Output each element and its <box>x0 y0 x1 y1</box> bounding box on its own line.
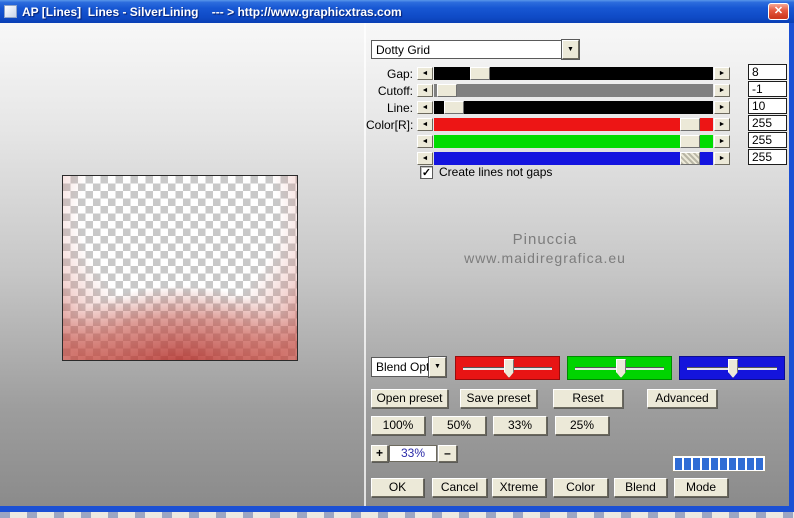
zoom-out-button[interactable]: – <box>438 445 457 462</box>
zoom-100-button[interactable]: 100% <box>371 416 425 435</box>
zoom-33-button[interactable]: 33% <box>493 416 547 435</box>
blend-slider-red[interactable] <box>455 356 560 380</box>
arrow-right-icon[interactable]: ► <box>714 101 730 114</box>
preset-dropdown[interactable]: Dotty Grid ▼ <box>371 39 580 60</box>
preview-effect-overlay <box>63 176 297 360</box>
color-button[interactable]: Color <box>553 478 608 497</box>
progress-segment <box>720 457 727 470</box>
slider-track[interactable] <box>434 135 713 148</box>
slider-label: Gap: <box>386 66 413 81</box>
app-icon <box>4 5 17 18</box>
slider-label: Cutoff: <box>377 83 413 98</box>
chevron-down-icon[interactable]: ▼ <box>428 356 447 378</box>
progress-segment <box>693 457 700 470</box>
reset-button[interactable]: Reset <box>553 389 623 408</box>
progress-segment <box>729 457 736 470</box>
slider-thumb[interactable] <box>680 135 701 148</box>
create-lines-checkbox-row: ✓ Create lines not gaps <box>420 165 552 179</box>
zoom-level-value: 33% <box>389 445 437 462</box>
arrow-right-icon[interactable]: ► <box>714 135 730 148</box>
save-preset-button[interactable]: Save preset <box>460 389 537 408</box>
arrow-left-icon[interactable]: ◄ <box>417 101 433 114</box>
zoom-25-button[interactable]: 25% <box>555 416 609 435</box>
slider-row-color-r: Color[R]: ◄ ► <box>366 117 730 132</box>
background-toolbar-strip <box>0 512 794 518</box>
slider-track[interactable] <box>434 118 713 131</box>
progress-bar <box>672 455 766 472</box>
arrow-left-icon[interactable]: ◄ <box>417 67 433 80</box>
checkbox[interactable]: ✓ <box>420 165 433 179</box>
zoom-in-button[interactable]: + <box>371 445 388 462</box>
blue-value-field[interactable]: 255 <box>748 149 787 165</box>
slider-track[interactable] <box>434 67 713 80</box>
slider-thumb[interactable] <box>680 118 701 131</box>
blend-options-dropdown[interactable]: Blend Opti ▼ <box>371 356 447 378</box>
slider-track[interactable] <box>434 101 713 114</box>
watermark-url: www.maidiregrafica.eu <box>464 250 626 266</box>
plugin-window: AP [Lines] Lines - SilverLining --- > ht… <box>0 0 794 518</box>
slider-thumb[interactable] <box>616 359 626 378</box>
window-title: AP [Lines] Lines - SilverLining --- > ht… <box>22 4 402 19</box>
slider-thumb[interactable] <box>504 359 514 378</box>
arrow-right-icon[interactable]: ► <box>714 152 730 165</box>
gap-value-field[interactable]: 8 <box>748 64 787 80</box>
slider-row-color-g: ◄ ► <box>366 134 730 149</box>
slider-row-line: Line: ◄ ► <box>366 100 730 115</box>
blend-options-value: Blend Opti <box>371 357 429 377</box>
slider-label: Color[R]: <box>366 117 414 132</box>
chevron-down-icon[interactable]: ▼ <box>561 39 580 60</box>
progress-segment <box>738 457 745 470</box>
blend-button[interactable]: Blend <box>614 478 667 497</box>
red-value-field[interactable]: 255 <box>748 115 787 131</box>
slider-thumb[interactable] <box>680 152 701 165</box>
checkbox-label: Create lines not gaps <box>439 165 553 179</box>
arrow-left-icon[interactable]: ◄ <box>417 118 433 131</box>
ok-button[interactable]: OK <box>371 478 424 497</box>
progress-segment <box>702 457 709 470</box>
progress-segment <box>747 457 754 470</box>
preview-canvas[interactable] <box>62 175 298 361</box>
slider-thumb[interactable] <box>436 84 457 97</box>
advanced-button[interactable]: Advanced <box>647 389 717 408</box>
slider-thumb[interactable] <box>728 359 738 378</box>
slider-label: Line: <box>386 100 413 115</box>
arrow-left-icon[interactable]: ◄ <box>417 135 433 148</box>
watermark: Pinuccia www.maidiregrafica.eu <box>405 230 685 268</box>
cutoff-value-field[interactable]: -1 <box>748 81 787 97</box>
open-preset-button[interactable]: Open preset <box>371 389 448 408</box>
arrow-right-icon[interactable]: ► <box>714 118 730 131</box>
arrow-right-icon[interactable]: ► <box>714 84 730 97</box>
line-value-field[interactable]: 10 <box>748 98 787 114</box>
blend-slider-blue[interactable] <box>679 356 785 380</box>
blend-slider-green[interactable] <box>567 356 672 380</box>
slider-track[interactable] <box>434 84 713 97</box>
arrow-right-icon[interactable]: ► <box>714 67 730 80</box>
window-border-right <box>789 23 794 506</box>
slider-track[interactable] <box>434 152 713 165</box>
cancel-button[interactable]: Cancel <box>432 478 487 497</box>
title-bar[interactable]: AP [Lines] Lines - SilverLining --- > ht… <box>0 0 794 23</box>
slider-row-gap: Gap: ◄ ► <box>366 66 730 81</box>
slider-row-cutoff: Cutoff: ◄ ► <box>366 83 730 98</box>
watermark-name: Pinuccia <box>512 231 578 248</box>
slider-thumb[interactable] <box>470 67 491 80</box>
green-value-field[interactable]: 255 <box>748 132 787 148</box>
arrow-left-icon[interactable]: ◄ <box>417 84 433 97</box>
progress-segment <box>756 457 763 470</box>
preset-dropdown-value: Dotty Grid <box>371 40 562 59</box>
progress-segment <box>684 457 691 470</box>
zoom-50-button[interactable]: 50% <box>432 416 486 435</box>
mode-button[interactable]: Mode <box>674 478 728 497</box>
xtreme-button[interactable]: Xtreme <box>492 478 546 497</box>
arrow-left-icon[interactable]: ◄ <box>417 152 433 165</box>
slider-thumb[interactable] <box>444 101 465 114</box>
progress-segment <box>675 457 682 470</box>
progress-segment <box>711 457 718 470</box>
slider-row-color-b: ◄ ► <box>366 151 730 166</box>
close-icon[interactable]: ✕ <box>768 3 789 20</box>
